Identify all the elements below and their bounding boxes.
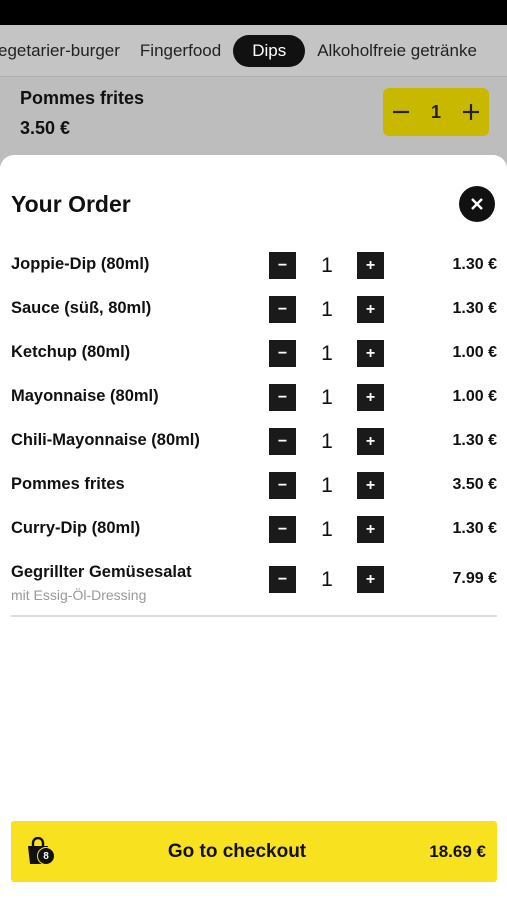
- increase-button[interactable]: +: [357, 252, 384, 279]
- plus-icon: +: [365, 476, 376, 494]
- menu-item-price: 3.50 €: [20, 118, 71, 138]
- decrease-button[interactable]: −: [269, 516, 296, 543]
- plus-icon: +: [365, 432, 376, 450]
- minus-icon: −: [277, 476, 288, 494]
- order-item-subtitle: mit Essig-Öl-Dressing: [11, 587, 147, 603]
- order-item-quantity: 1: [321, 386, 333, 409]
- status-bar: [0, 0, 507, 25]
- minus-icon: −: [277, 432, 288, 450]
- plus-icon: +: [365, 256, 376, 274]
- increase-button[interactable]: +: [357, 516, 384, 543]
- close-icon: [471, 198, 483, 210]
- increase-button[interactable]: +: [357, 340, 384, 367]
- increase-button[interactable]: +: [357, 428, 384, 455]
- order-item-price: 1.00 €: [452, 388, 497, 405]
- order-item-name: Chili-Mayonnaise (80ml): [11, 431, 200, 449]
- menu-item-quantity: 1: [430, 101, 441, 122]
- decrease-button[interactable]: −: [269, 428, 296, 455]
- menu-item-decrease-button[interactable]: [383, 88, 419, 136]
- order-item-price: 1.30 €: [452, 520, 497, 537]
- decrease-button[interactable]: −: [269, 252, 296, 279]
- decrease-button[interactable]: −: [269, 384, 296, 411]
- category-tab-vegetarier-burger[interactable]: egetarier-burger: [0, 35, 130, 67]
- order-item-quantity: 1: [321, 254, 333, 277]
- checkout-button[interactable]: 8 Go to checkout 18.69 €: [11, 821, 497, 882]
- plus-icon: +: [365, 520, 376, 538]
- menu-item-stepper: 1: [383, 88, 489, 136]
- menu-item-name: Pommes frites: [20, 88, 145, 108]
- order-list: Joppie-Dip (80ml) − 1 + 1.30 € Sauce (sü…: [0, 243, 507, 607]
- order-item-name: Ketchup (80ml): [11, 343, 131, 361]
- order-item-price: 7.99 €: [452, 570, 497, 587]
- order-item-quantity: 1: [321, 298, 333, 321]
- order-item-quantity: 1: [321, 568, 333, 591]
- increase-button[interactable]: +: [357, 296, 384, 323]
- order-item-price: 1.30 €: [452, 256, 497, 273]
- order-item-price: 3.50 €: [452, 476, 497, 493]
- decrease-button[interactable]: −: [269, 296, 296, 323]
- increase-button[interactable]: +: [357, 472, 384, 499]
- order-row: Joppie-Dip (80ml) − 1 + 1.30 €: [0, 243, 507, 287]
- menu-item-pommes-frites: Pommes frites 3.50 € 1: [0, 78, 507, 158]
- checkout-total: 18.69 €: [429, 842, 486, 861]
- order-item-quantity: 1: [321, 518, 333, 541]
- order-item-quantity: 1: [321, 474, 333, 497]
- order-item-price: 1.30 €: [452, 432, 497, 449]
- order-item-quantity: 1: [321, 342, 333, 365]
- order-row: Sauce (süß, 80ml) − 1 + 1.30 €: [0, 287, 507, 331]
- order-item-name: Sauce (süß, 80ml): [11, 299, 152, 317]
- order-item-name: Gegrillter Gemüsesalat: [11, 563, 192, 581]
- category-track: egetarier-burger Fingerfood Dips Alkohol…: [0, 35, 487, 67]
- category-bar: egetarier-burger Fingerfood Dips Alkohol…: [0, 25, 507, 77]
- order-row: Curry-Dip (80ml) − 1 + 1.30 €: [0, 507, 507, 551]
- order-item-quantity: 1: [321, 430, 333, 453]
- order-title: Your Order: [11, 191, 131, 217]
- category-tab-dips[interactable]: Dips: [233, 35, 306, 67]
- plus-icon: +: [365, 344, 376, 362]
- order-item-name: Pommes frites: [11, 475, 125, 493]
- plus-icon: [463, 104, 479, 120]
- category-tab-alkoholfreie-getraenke[interactable]: Alkoholfreie getränke: [307, 35, 487, 67]
- decrease-button[interactable]: −: [269, 340, 296, 367]
- menu-item-increase-button[interactable]: [453, 88, 489, 136]
- minus-icon: −: [277, 300, 288, 318]
- order-item-name: Mayonnaise (80ml): [11, 387, 159, 405]
- increase-button[interactable]: +: [357, 566, 384, 593]
- order-row: Gegrillter Gemüsesalat mit Essig-Öl-Dres…: [0, 551, 507, 607]
- increase-button[interactable]: +: [357, 384, 384, 411]
- checkout-label: Go to checkout: [167, 841, 307, 862]
- minus-icon: −: [277, 570, 288, 588]
- minus-icon: −: [277, 344, 288, 362]
- order-row: Ketchup (80ml) − 1 + 1.00 €: [0, 331, 507, 375]
- plus-icon: +: [365, 300, 376, 318]
- order-item-name: Curry-Dip (80ml): [11, 519, 141, 537]
- order-item-price: 1.00 €: [452, 344, 497, 361]
- minus-icon: −: [277, 520, 288, 538]
- category-tab-fingerfood[interactable]: Fingerfood: [130, 35, 231, 67]
- order-row: Pommes frites − 1 + 3.50 €: [0, 463, 507, 507]
- decrease-button[interactable]: −: [269, 472, 296, 499]
- minus-icon: −: [277, 256, 288, 274]
- order-item-price: 1.30 €: [452, 300, 497, 317]
- decrease-button[interactable]: −: [269, 566, 296, 593]
- order-row: Chili-Mayonnaise (80ml) − 1 + 1.30 €: [0, 419, 507, 463]
- order-row: Mayonnaise (80ml) − 1 + 1.00 €: [0, 375, 507, 419]
- close-button[interactable]: [459, 186, 495, 222]
- plus-icon: +: [365, 388, 376, 406]
- minus-icon: −: [277, 388, 288, 406]
- minus-icon: [393, 110, 409, 114]
- plus-icon: +: [365, 570, 376, 588]
- order-item-name: Joppie-Dip (80ml): [11, 255, 150, 273]
- order-sheet: Your Order Joppie-Dip (80ml) − 1 + 1.30 …: [0, 155, 507, 900]
- order-divider: [11, 615, 497, 617]
